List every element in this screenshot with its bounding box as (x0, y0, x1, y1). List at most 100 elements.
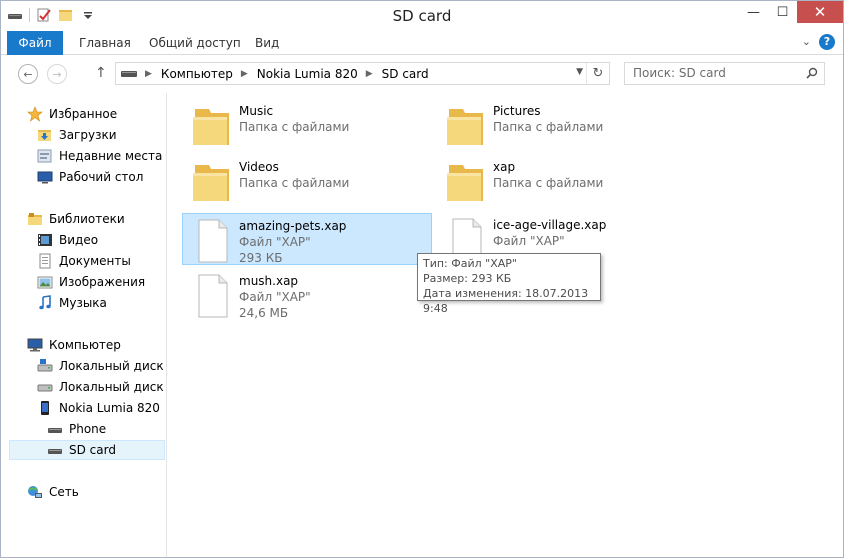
folder-icon (447, 165, 483, 201)
desktop-icon (37, 171, 53, 184)
nav-network[interactable]: Сеть (27, 482, 165, 502)
file-list: Music Папка с файлами Pictures Папка с ф… (169, 93, 843, 557)
search-box[interactable] (624, 62, 825, 85)
nav-computer-label: Компьютер (49, 338, 121, 352)
folder-item[interactable]: Pictures Папка с файлами (437, 99, 687, 151)
nav-video-label: Видео (59, 233, 99, 247)
nav-music[interactable]: Музыка (37, 293, 165, 313)
libraries-icon (28, 213, 42, 225)
nav-music-label: Музыка (59, 296, 107, 310)
tab-share[interactable]: Общий доступ (139, 31, 251, 55)
tab-file[interactable]: Файл (7, 31, 63, 55)
local-disk-icon (37, 359, 53, 372)
expand-ribbon-icon[interactable]: ⌄ (802, 35, 811, 48)
breadcrumb-current[interactable]: SD card (382, 67, 429, 81)
folder-item[interactable]: Music Папка с файлами (183, 99, 433, 151)
music-library-icon (39, 295, 51, 310)
file-icon (198, 274, 228, 318)
drive-icon (48, 449, 62, 454)
nav-network-label: Сеть (49, 485, 79, 499)
file-item[interactable]: mush.xap Файл "XAP" 24,6 МБ (183, 269, 433, 321)
up-button[interactable]: ↑ (95, 65, 107, 81)
folder-icon (447, 109, 483, 145)
tab-view[interactable]: Вид (245, 31, 289, 55)
item-type: Файл "XAP" (493, 234, 565, 248)
nav-recent-places[interactable]: Недавние места (37, 146, 165, 166)
breadcrumb-computer[interactable]: Компьютер (161, 67, 233, 81)
nav-libraries[interactable]: Библиотеки (27, 209, 165, 229)
nav-computer[interactable]: Компьютер (27, 335, 165, 355)
computer-icon (27, 338, 43, 352)
file-item-selected[interactable]: amazing-pets.xap Файл "XAP" 293 КБ (182, 213, 432, 265)
drive-icon (48, 428, 62, 433)
breadcrumb-separator-icon[interactable]: ▶ (366, 69, 373, 79)
nav-downloads[interactable]: Загрузки (37, 125, 165, 145)
ribbon-tabs: Файл Главная Общий доступ Вид ⌄ ? (1, 31, 843, 55)
folder-item[interactable]: xap Папка с файлами (437, 155, 687, 207)
nav-desktop[interactable]: Рабочий стол (37, 167, 165, 187)
video-library-icon (38, 234, 52, 246)
nav-nokia-lumia[interactable]: Nokia Lumia 820 (37, 398, 165, 418)
item-name: Pictures (493, 104, 541, 118)
item-type: Папка с файлами (239, 176, 350, 190)
nav-local-disk-c-label: Локальный диск (С (59, 359, 165, 373)
nav-favorites-label: Избранное (49, 107, 118, 121)
nav-sd-card-label: SD card (69, 443, 116, 457)
network-icon (28, 486, 42, 498)
item-type: Файл "XAP" (239, 235, 311, 249)
item-name: ice-age-village.xap (493, 218, 607, 232)
nav-favorites[interactable]: Избранное (27, 104, 165, 124)
item-size: 24,6 МБ (239, 306, 289, 320)
file-icon (198, 219, 228, 263)
close-button[interactable]: ✕ (797, 1, 843, 23)
breadcrumb-separator-icon[interactable]: ▶ (145, 69, 152, 79)
tooltip-size: Размер: 293 КБ (423, 272, 512, 285)
nav-phone[interactable]: Phone (47, 419, 165, 439)
breadcrumb-device[interactable]: Nokia Lumia 820 (257, 67, 358, 81)
address-history-dropdown-icon[interactable]: ▼ (576, 67, 583, 77)
address-bar[interactable]: ▶ Компьютер ▶ Nokia Lumia 820 ▶ SD card … (115, 62, 610, 85)
item-type: Папка с файлами (493, 120, 604, 134)
nav-pictures[interactable]: Изображения (37, 272, 165, 292)
breadcrumb-separator-icon[interactable]: ▶ (241, 69, 248, 79)
search-icon[interactable] (806, 67, 818, 79)
phone-device-icon (41, 401, 49, 415)
nav-sd-card[interactable]: SD card (9, 440, 165, 460)
pictures-library-icon (37, 276, 53, 289)
nav-local-disk-e[interactable]: Локальный диск (E: (37, 377, 165, 397)
nav-nokia-lumia-label: Nokia Lumia 820 (59, 401, 160, 415)
item-type: Папка с файлами (239, 120, 350, 134)
folder-item[interactable]: Videos Папка с файлами (183, 155, 433, 207)
tab-home[interactable]: Главная (69, 31, 141, 55)
search-input[interactable] (633, 66, 803, 80)
maximize-button[interactable]: ☐ (768, 1, 797, 23)
drive-icon (121, 70, 137, 77)
nav-documents[interactable]: Документы (37, 251, 165, 271)
folder-icon (193, 165, 229, 201)
minimize-button[interactable]: — (739, 1, 768, 23)
nav-desktop-label: Рабочий стол (59, 170, 144, 184)
navigation-bar: ← → ↑ ▶ Компьютер ▶ Nokia Lumia 820 ▶ SD… (1, 56, 843, 92)
item-name: Videos (239, 160, 279, 174)
star-icon (27, 106, 43, 122)
item-type: Файл "XAP" (239, 290, 311, 304)
recent-places-icon (37, 149, 52, 163)
window-title: SD card (392, 7, 452, 25)
tooltip-type: Тип: Файл "XAP" (423, 257, 517, 270)
explorer-window: SD card — ☐ ✕ Файл Главная Общий доступ … (0, 0, 844, 558)
documents-library-icon (39, 253, 51, 269)
tooltip-modified: Дата изменения: 18.07.2013 9:48 (423, 287, 589, 315)
folder-icon (193, 109, 229, 145)
navigation-pane: Избранное Загрузки Недавние места Рабочи… (1, 93, 167, 557)
back-button[interactable]: ← (18, 64, 38, 84)
nav-video[interactable]: Видео (37, 230, 165, 250)
forward-button[interactable]: → (47, 64, 67, 84)
title-bar: SD card — ☐ ✕ (1, 1, 843, 31)
nav-documents-label: Документы (59, 254, 131, 268)
nav-local-disk-c[interactable]: Локальный диск (С (37, 356, 165, 376)
help-icon[interactable]: ? (819, 34, 835, 50)
nav-downloads-label: Загрузки (59, 128, 117, 142)
item-size: 293 КБ (239, 251, 283, 265)
refresh-button[interactable]: ↻ (586, 63, 609, 84)
item-type: Папка с файлами (493, 176, 604, 190)
